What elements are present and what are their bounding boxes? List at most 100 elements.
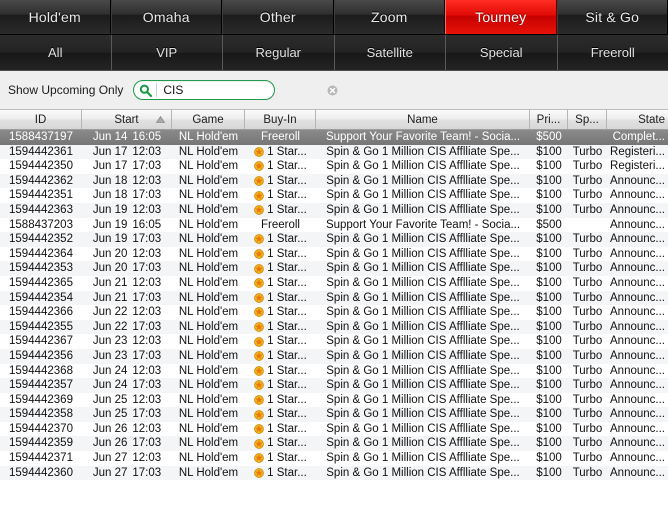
cell-start-time: 12:03 (132, 393, 162, 406)
secondary-tab-special[interactable]: Special (446, 35, 558, 70)
cell-start-date: Jun 21 (92, 291, 128, 304)
cell-start: Jun 21 17:03 (82, 291, 172, 306)
cell-speed-text: Turbo (572, 276, 603, 289)
star-coin-icon (254, 322, 265, 332)
cell-state: Announc... (607, 232, 668, 247)
cell-start-date: Jun 19 (92, 203, 128, 216)
cell-name: Spin & Go 1 Million CIS Afflliate Spe... (316, 364, 530, 379)
cell-speed-text: Turbo (572, 320, 603, 333)
cell-prize-text: $100 (536, 349, 562, 362)
clear-search-icon[interactable] (322, 85, 342, 96)
cell-prize: $100 (530, 393, 568, 408)
cell-id: 1594442364 (0, 247, 82, 262)
cell-speed (568, 130, 607, 145)
cell-start: Jun 23 12:03 (82, 334, 172, 349)
table-row[interactable]: 1594442363 Jun 19 12:03 NL Hold'em 1 Star...… (0, 202, 668, 218)
column-header-prize[interactable]: Pri... (530, 110, 568, 129)
star-coin-icon (254, 395, 265, 405)
cell-state: Announc... (607, 349, 668, 364)
search-icon[interactable] (134, 84, 156, 97)
cell-buyin-text: 1 Star... (267, 189, 307, 202)
cell-buyin-text: 1 Star... (267, 160, 307, 173)
table-row[interactable]: 1594442360 Jun 27 17:03 NL Hold'em 1 Star...… (0, 465, 668, 481)
cell-buyin-text: Freeroll (261, 131, 300, 143)
table-row[interactable]: 1588437203 Jun 19 16:05 NL Hold'em Freeroll S… (0, 217, 668, 233)
secondary-tab-all[interactable]: All (0, 35, 112, 70)
column-header-buyin[interactable]: Buy-In (245, 110, 316, 129)
cell-buyin: 1 Star... (245, 407, 316, 422)
table-row[interactable]: 1594442353 Jun 20 17:03 NL Hold'em 1 Star...… (0, 261, 668, 276)
cell-name-text: Spin & Go 1 Million CIS Afflliate Spe... (326, 408, 520, 421)
cell-game: NL Hold'em (172, 232, 245, 247)
cell-state: Announc... (607, 422, 668, 437)
cell-id-text: 1588437203 (9, 218, 73, 231)
table-row[interactable]: 1594442365 Jun 21 12:03 NL Hold'em 1 Star...… (0, 275, 668, 291)
primary-tab-other[interactable]: Other (222, 0, 334, 34)
cell-speed: Turbo (568, 320, 607, 335)
cell-name-text: Spin & Go 1 Million CIS Afflliate Spe... (326, 203, 520, 216)
table-row[interactable]: 1594442356 Jun 23 17:03 NL Hold'em 1 Star...… (0, 348, 668, 364)
secondary-tab-label: Satellite (366, 45, 413, 60)
table-row[interactable]: 1594442350 Jun 17 17:03 NL Hold'em 1 Star...… (0, 159, 668, 174)
cell-state: Announc... (607, 218, 668, 233)
table-row[interactable]: 1594442364 Jun 20 12:03 NL Hold'em 1 Star...… (0, 246, 668, 262)
column-header-start[interactable]: Start (82, 110, 172, 129)
cell-speed: Turbo (568, 247, 607, 262)
primary-tab-label: Tourney (475, 9, 527, 25)
search-input[interactable] (157, 82, 323, 98)
column-header-state[interactable]: State (607, 110, 668, 129)
column-header-game[interactable]: Game (172, 110, 245, 129)
table-row[interactable]: 1594442354 Jun 21 17:03 NL Hold'em 1 Star...… (0, 290, 668, 306)
table-row[interactable]: 1594442358 Jun 25 17:03 NL Hold'em 1 Star...… (0, 407, 668, 422)
cell-id-text: 1594442371 (9, 452, 73, 465)
cell-start: Jun 24 12:03 (82, 364, 172, 379)
table-row[interactable]: 1594442357 Jun 24 17:03 NL Hold'em 1 Star...… (0, 378, 668, 393)
table-row[interactable]: 1594442366 Jun 22 12:03 NL Hold'em 1 Star...… (0, 305, 668, 320)
show-upcoming-only-label[interactable]: Show Upcoming Only (8, 83, 123, 97)
primary-tab-omaha[interactable]: Omaha (110, 0, 222, 34)
table-row[interactable]: 1594442362 Jun 18 12:03 NL Hold'em 1 Star...… (0, 173, 668, 189)
cell-speed-text: Turbo (572, 379, 603, 392)
table-row[interactable]: 1594442361 Jun 17 12:03 NL Hold'em 1 Star...… (0, 144, 668, 160)
star-coin-icon (254, 161, 265, 172)
table-row[interactable]: 1594442355 Jun 22 17:03 NL Hold'em 1 Star...… (0, 319, 668, 335)
sort-ascending-icon (155, 114, 166, 126)
table-row[interactable]: 1594442367 Jun 23 12:03 NL Hold'em 1 Star...… (0, 334, 668, 349)
table-row[interactable]: 1594442371 Jun 27 12:03 NL Hold'em 1 Star...… (0, 451, 668, 466)
secondary-tab-vip[interactable]: VIP (111, 35, 223, 70)
search-box[interactable] (133, 80, 338, 100)
cell-name: Spin & Go 1 Million CIS Afflliate Spe... (316, 393, 530, 408)
table-row[interactable]: 1588437197 Jun 14 16:05 NL Hold'em Freeroll S… (0, 130, 668, 145)
cell-speed: Turbo (568, 334, 607, 349)
cell-game: NL Hold'em (172, 305, 245, 320)
cell-prize: $100 (530, 422, 568, 437)
table-row[interactable]: 1594442370 Jun 26 12:03 NL Hold'em 1 Star...… (0, 421, 668, 437)
cell-prize: $100 (530, 261, 568, 276)
primary-tab-hold-em[interactable]: Hold'em (0, 0, 111, 34)
column-header-speed[interactable]: Sp... (568, 110, 607, 129)
primary-tab-tourney[interactable]: Tourney (445, 0, 557, 34)
cell-buyin-text: 1 Star... (267, 145, 307, 158)
cell-start: Jun 26 12:03 (82, 422, 172, 437)
cell-start: Jun 27 12:03 (82, 451, 172, 466)
column-header-name[interactable]: Name (316, 110, 530, 129)
cell-buyin-text: 1 Star... (267, 349, 307, 362)
secondary-tab-regular[interactable]: Regular (223, 35, 335, 70)
table-row[interactable]: 1594442352 Jun 19 17:03 NL Hold'em 1 Star...… (0, 232, 668, 247)
cell-start: Jun 17 12:03 (82, 145, 172, 160)
cell-speed: Turbo (568, 349, 607, 364)
primary-tab-sit-go[interactable]: Sit & Go (556, 0, 668, 34)
cell-state-text: Announc... (610, 203, 665, 216)
cell-game-text: NL Hold'em (178, 233, 239, 246)
column-header-id[interactable]: ID (0, 110, 82, 129)
table-row[interactable]: 1594442368 Jun 24 12:03 NL Hold'em 1 Star...… (0, 363, 668, 379)
table-row[interactable]: 1594442351 Jun 18 17:03 NL Hold'em 1 Star...… (0, 188, 668, 203)
primary-tab-zoom[interactable]: Zoom (333, 0, 445, 34)
secondary-tab-freeroll[interactable]: Freeroll (557, 35, 668, 70)
table-row[interactable]: 1594442359 Jun 26 17:03 NL Hold'em 1 Star...… (0, 436, 668, 452)
cell-name-text: Spin & Go 1 Million CIS Afflliate Spe... (326, 189, 520, 202)
cell-speed-text: Turbo (572, 291, 603, 304)
table-row[interactable]: 1594442369 Jun 25 12:03 NL Hold'em 1 Star...… (0, 392, 668, 408)
cell-name: Support Your Favorite Team! - Socia... (316, 218, 530, 233)
secondary-tab-satellite[interactable]: Satellite (334, 35, 446, 70)
